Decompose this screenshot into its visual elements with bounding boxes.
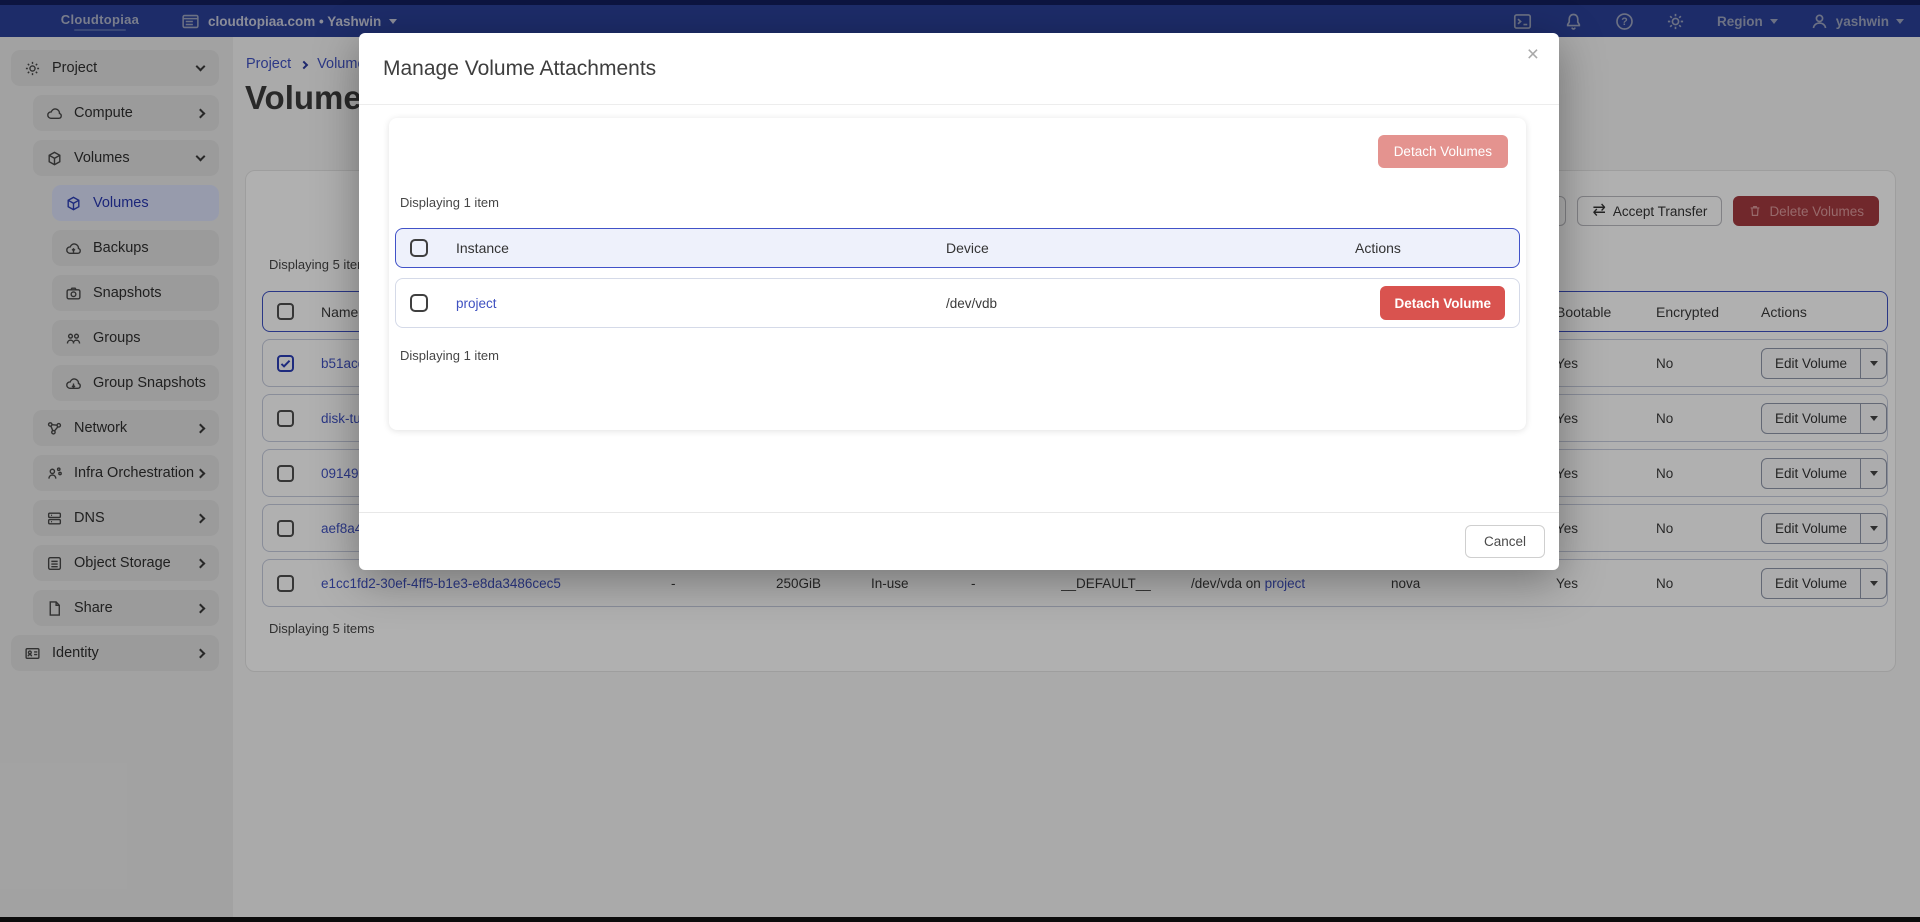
detach-volume-button[interactable]: Detach Volume <box>1380 286 1505 320</box>
detach-volumes-button[interactable]: Detach Volumes <box>1378 135 1508 168</box>
instance-link[interactable]: project <box>456 296 946 311</box>
modal-title: Manage Volume Attachments <box>383 57 656 81</box>
col-actions: Actions <box>1355 240 1505 256</box>
col-instance: Instance <box>456 240 946 256</box>
manage-volume-attachments-modal: Manage Volume Attachments × Detach Volum… <box>359 33 1559 570</box>
modal-displaying-top: Displaying 1 item <box>400 195 499 210</box>
modal-header: Manage Volume Attachments <box>359 33 1559 105</box>
attachments-table: Instance Device Actions project /dev/vdb… <box>395 228 1520 328</box>
modal-displaying-bottom: Displaying 1 item <box>400 348 499 363</box>
attachment-row: project /dev/vdb Detach Volume <box>395 278 1520 328</box>
close-icon[interactable]: × <box>1527 43 1539 67</box>
cell-device: /dev/vdb <box>946 296 1355 311</box>
screen: Cloudtopiaa cloudtopiaa.com • Yashwin ? … <box>0 0 1920 922</box>
select-all-checkbox[interactable] <box>410 239 428 257</box>
modal-footer: Cancel <box>359 512 1559 570</box>
attachments-card: Detach Volumes Displaying 1 item Instanc… <box>389 118 1526 430</box>
col-device: Device <box>946 240 1355 256</box>
attachments-table-header: Instance Device Actions <box>395 228 1520 268</box>
bottom-bar <box>0 917 1920 922</box>
row-checkbox[interactable] <box>410 294 428 312</box>
cancel-button[interactable]: Cancel <box>1465 525 1545 558</box>
